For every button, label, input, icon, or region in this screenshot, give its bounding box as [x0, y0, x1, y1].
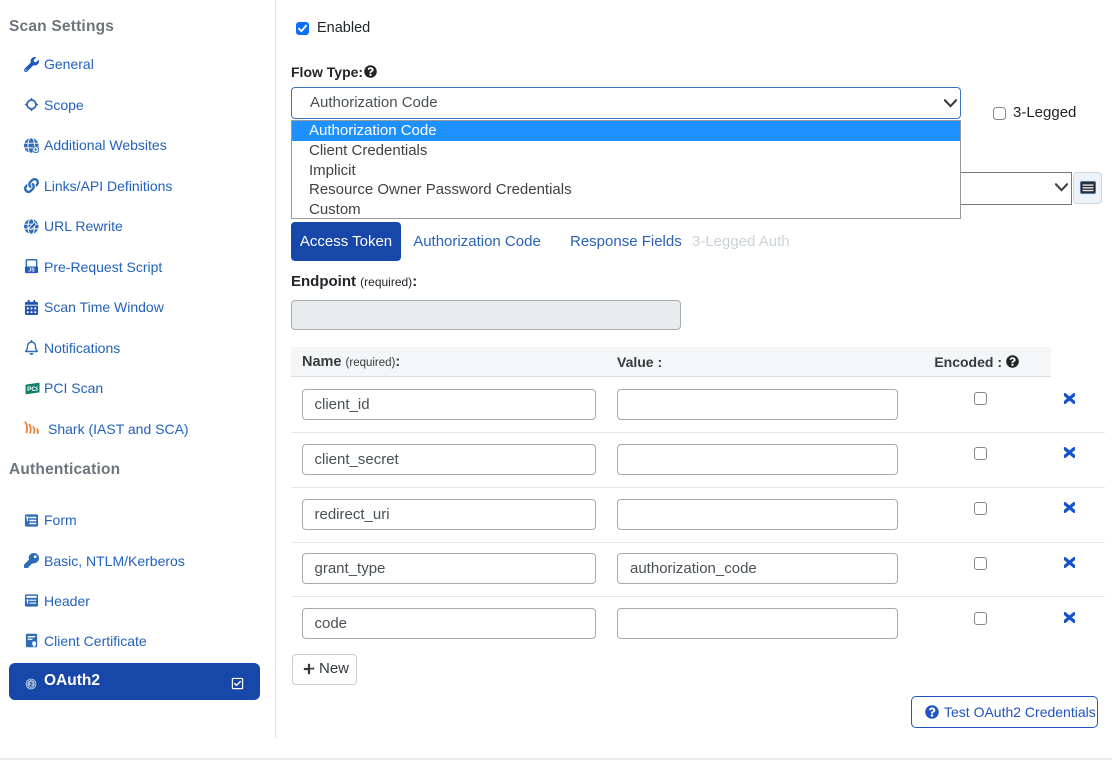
- svg-text:PCI: PCI: [27, 386, 38, 393]
- svg-text:JS: JS: [28, 268, 35, 274]
